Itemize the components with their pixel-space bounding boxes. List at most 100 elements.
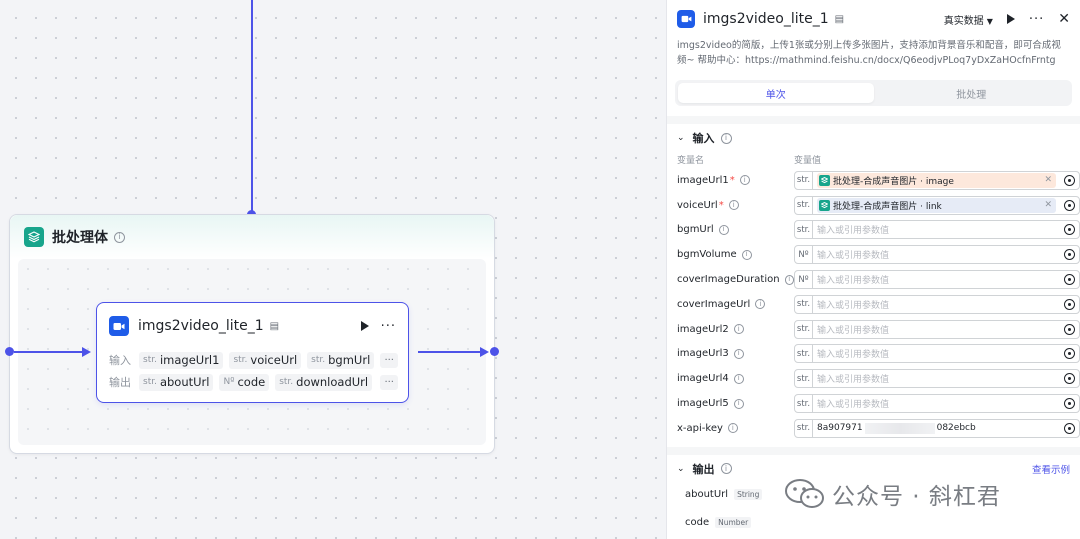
tab-single[interactable]: 单次 (678, 83, 874, 103)
param-input[interactable]: str. 输入或引用参数值 (794, 344, 1080, 364)
batch-node-header: 批处理体 i (10, 215, 494, 259)
settings-icon[interactable] (1064, 298, 1075, 310)
more-icon[interactable]: ··· (381, 319, 396, 334)
edge-top (251, 0, 253, 214)
settings-icon[interactable] (1064, 199, 1075, 211)
node-output-row: 输出 str. aboutUrl Nº code str. downloadUrl ·… (97, 371, 408, 393)
info-icon[interactable]: i (733, 373, 744, 384)
param-input[interactable]: str. 输入或引用参数值 (794, 294, 1080, 314)
run-play-icon[interactable] (360, 321, 369, 331)
video-camera-icon (109, 316, 129, 336)
param-input[interactable]: str. 输入或引用参数值 (794, 319, 1080, 339)
settings-icon[interactable] (1064, 422, 1075, 434)
settings-icon[interactable] (1064, 274, 1075, 286)
type-badge: String (734, 489, 763, 501)
param-row-imageUrl2: imageUrl2 i str. 输入或引用参数值 (667, 317, 1080, 342)
arrow-head-icon (480, 347, 489, 357)
watermark-text: 公众号 · 斜杠君 (832, 484, 1001, 510)
output-row: code Number (667, 509, 1080, 537)
info-icon[interactable]: i (733, 398, 744, 409)
plugin-node-imgs2video[interactable]: imgs2video_lite_1 ▤ ··· 输入 str. imageUrl1… (96, 302, 409, 403)
param-input[interactable]: str. 批处理-合成声音图片 · link ✕ (794, 195, 1080, 215)
param-input[interactable]: str. 输入或引用参数值 (794, 394, 1080, 414)
output-section-title: 输出 (692, 462, 715, 476)
batch-layers-icon (24, 227, 44, 247)
more-outputs-button[interactable]: ··· (380, 374, 398, 390)
info-icon[interactable]: i (720, 132, 732, 144)
batch-left-port[interactable] (5, 347, 14, 356)
info-icon[interactable]: i (718, 224, 729, 235)
info-icon[interactable]: i (114, 231, 125, 243)
watermark: 公众号 · 斜杠君 (784, 477, 1001, 511)
workflow-canvas[interactable]: 批处理体 i imgs2video_lite_1 ▤ ··· 输入 str. im… (0, 0, 666, 539)
redacted-region (864, 422, 935, 434)
batch-right-port[interactable] (490, 347, 499, 356)
wechat-logo-icon (784, 478, 826, 510)
input-label: 输入 (109, 354, 131, 367)
param-input[interactable]: str. 批处理-合成声音图片 · image ✕ (794, 170, 1080, 190)
plugin-package-icon: ▤ (269, 320, 280, 332)
info-icon[interactable]: i (755, 299, 766, 310)
param-row-bgmVolume: bgmVolume i Nº 输入或引用参数值 (667, 242, 1080, 267)
info-icon[interactable]: i (720, 463, 732, 475)
settings-icon[interactable] (1064, 398, 1075, 410)
param-row-imageUrl4: imageUrl4 i str. 输入或引用参数值 (667, 366, 1080, 391)
run-mode-tabs: 单次 批处理 (675, 80, 1072, 106)
edge-out-of-node (418, 351, 486, 353)
plugin-node-title: imgs2video_lite_1 (138, 318, 264, 334)
data-source-dropdown[interactable]: 真实数据 ▼ (944, 12, 993, 27)
variable-reference-chip[interactable]: 批处理-合成声音图片 · image ✕ (817, 172, 1056, 188)
settings-icon[interactable] (1064, 348, 1075, 360)
close-icon[interactable]: ✕ (1058, 11, 1070, 27)
more-icon[interactable]: ··· (1029, 12, 1044, 27)
param-row-imageUrl1: imageUrl1 * i str. 批处理-合成声音图片 · image ✕ (667, 168, 1080, 193)
close-icon[interactable]: ✕ (1044, 175, 1052, 185)
input-section-header[interactable]: ⌄ 输入 i (667, 126, 1080, 150)
batch-node-title: 批处理体 (52, 230, 108, 246)
param-list: imageUrl1 * i str. 批处理-合成声音图片 · image ✕ vo… (667, 168, 1080, 441)
type-badge: Number (715, 517, 752, 529)
info-icon[interactable]: i (727, 423, 738, 434)
chevron-down-icon[interactable]: ⌄ (677, 464, 685, 474)
info-icon[interactable]: i (741, 249, 752, 260)
divider (667, 116, 1080, 124)
output-chip: Nº code (219, 373, 270, 391)
input-chip: str. voiceUrl (229, 351, 302, 369)
info-icon[interactable]: i (733, 324, 744, 335)
param-input[interactable]: str. 输入或引用参数值 (794, 220, 1080, 240)
param-input[interactable]: str. 输入或引用参数值 (794, 369, 1080, 389)
settings-icon[interactable] (1064, 323, 1075, 335)
param-row-coverImageUrl: coverImageUrl i str. 输入或引用参数值 (667, 292, 1080, 317)
edge-into-node (14, 351, 86, 353)
chevron-down-icon[interactable]: ⌄ (677, 133, 685, 143)
input-section-title: 输入 (692, 132, 715, 145)
close-icon[interactable]: ✕ (1044, 200, 1052, 210)
settings-icon[interactable] (1064, 174, 1075, 186)
input-chip: str. bgmUrl (307, 351, 375, 369)
param-input[interactable]: str. 8a907971 082ebcb (794, 418, 1080, 438)
plugin-description: imgs2video的简版，上传1张或分别上传多张图片，支持添加背景音乐和配音，… (677, 40, 1061, 66)
param-input[interactable]: Nº 输入或引用参数值 (794, 245, 1080, 265)
variable-reference-chip[interactable]: 批处理-合成声音图片 · link ✕ (817, 197, 1056, 213)
arrow-head-icon (82, 347, 91, 357)
settings-icon[interactable] (1064, 373, 1075, 385)
view-example-link[interactable]: 查看示例 (1032, 462, 1070, 476)
param-row-imageUrl3: imageUrl3 i str. 输入或引用参数值 (667, 342, 1080, 367)
settings-icon[interactable] (1064, 249, 1075, 261)
node-detail-panel: imgs2video_lite_1 ▤ 真实数据 ▼ ··· ✕ imgs2vid… (666, 0, 1080, 539)
divider (667, 446, 1080, 455)
more-inputs-button[interactable]: ··· (380, 352, 398, 368)
info-icon[interactable]: i (733, 348, 744, 359)
param-input[interactable]: Nº 输入或引用参数值 (794, 270, 1080, 290)
tab-batch[interactable]: 批处理 (874, 83, 1070, 103)
info-icon[interactable]: i (728, 200, 739, 211)
run-play-icon[interactable] (1006, 14, 1015, 24)
param-column-headers: 变量名 变量值 (677, 155, 822, 166)
output-chip: str. downloadUrl (275, 373, 373, 391)
video-camera-icon (677, 10, 695, 28)
output-label: 输出 (109, 376, 131, 389)
plugin-package-icon: ▤ (834, 13, 845, 25)
settings-icon[interactable] (1064, 224, 1075, 236)
info-icon[interactable]: i (784, 274, 794, 285)
info-icon[interactable]: i (739, 175, 750, 186)
